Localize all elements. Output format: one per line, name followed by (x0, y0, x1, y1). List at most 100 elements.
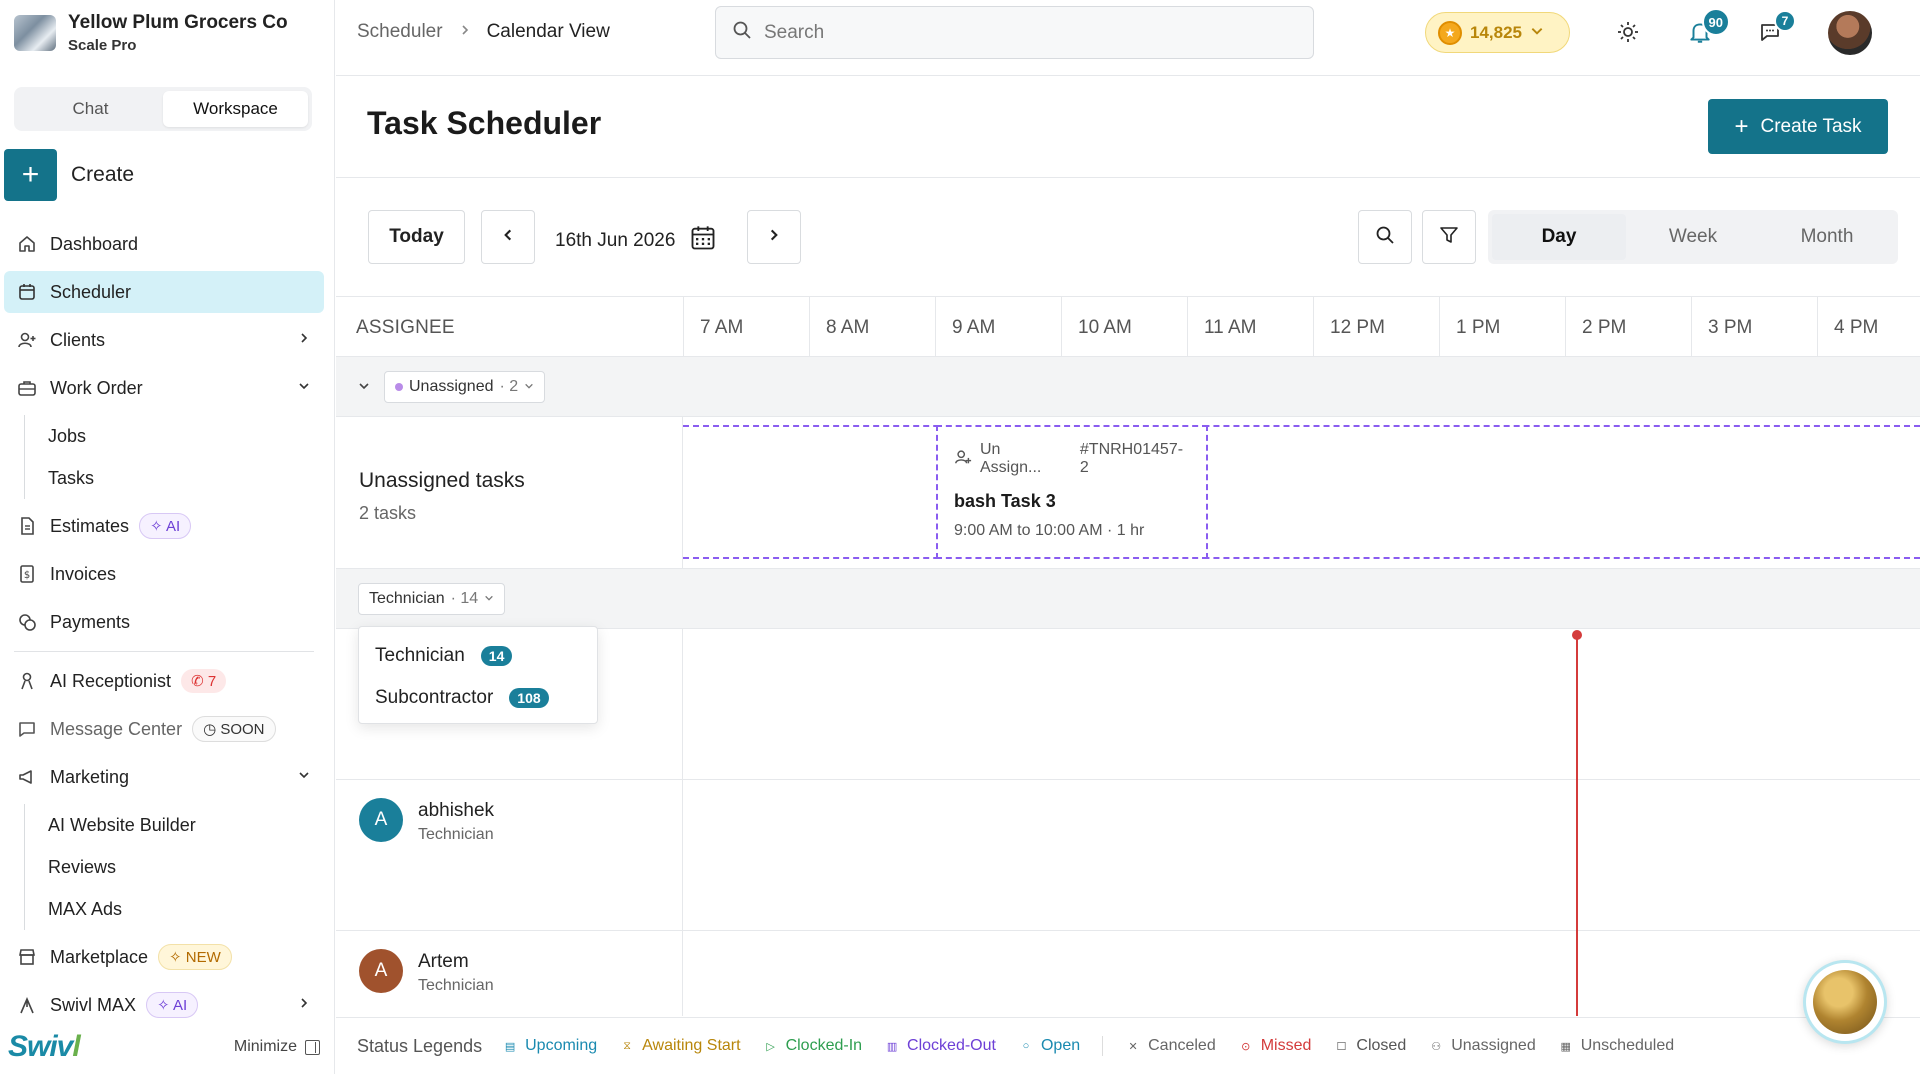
mode-tabs: Chat Workspace (14, 87, 312, 131)
grid-search-button[interactable] (1358, 210, 1412, 264)
header-divider (336, 177, 1920, 178)
chevron-down-icon[interactable] (358, 379, 370, 397)
filter-button[interactable] (1422, 210, 1476, 264)
app-root: Yellow Plum Grocers Co Scale Pro Chat Wo… (0, 0, 1920, 1074)
sidebar-item-label: Work Order (50, 377, 143, 398)
home-icon (16, 233, 38, 255)
tab-workspace[interactable]: Workspace (163, 91, 308, 127)
unassigned-cell: Unassigned tasks 2 tasks (336, 417, 683, 568)
breadcrumb-parent[interactable]: Scheduler (357, 21, 443, 43)
option-count: 14 (480, 646, 513, 666)
notifications-button[interactable]: 90 (1686, 8, 1730, 48)
messages-button[interactable]: 7 (1756, 10, 1796, 48)
tab-chat[interactable]: Chat (18, 91, 163, 127)
sidebar-divider (14, 651, 314, 652)
search-input[interactable] (764, 21, 1264, 44)
view-week[interactable]: Week (1626, 214, 1760, 260)
sidebar-item-estimates[interactable]: Estimates ✧ AI (4, 505, 324, 547)
calendar-icon (16, 281, 38, 303)
sidebar-item-label: Payments (50, 611, 131, 632)
org-name: Yellow Plum Grocers Co (68, 12, 288, 33)
grid-header: ASSIGNEE 7 AM 8 AM 9 AM 10 AM 11 AM 12 PM 1 PM… (336, 296, 1920, 358)
user-avatar[interactable] (1828, 11, 1872, 55)
date-picker[interactable]: 16th Jun 2026 (555, 224, 717, 258)
task-card[interactable]: Un Assign... #TNRH01457-2 bash Task 3 9:… (936, 425, 1208, 559)
legend-items: ▤ Upcoming ⧖ Awaiting Start ▷ Clocked-In ▥ Cloc… (502, 1036, 1696, 1056)
unassigned-drop-zone[interactable] (683, 425, 1920, 559)
sidebar-item-label: Swivl MAX (50, 994, 137, 1015)
hour-header: 8 AM (809, 297, 935, 358)
technician-row[interactable]: A abhishek Technician (336, 780, 1920, 931)
user-plus-icon (954, 448, 972, 471)
legend-item: ⧖ Awaiting Start (619, 1037, 740, 1055)
minimize-label: Minimize (233, 1038, 297, 1055)
hour-header: 2 PM (1565, 297, 1691, 358)
avatar: A (359, 949, 403, 993)
sidebar-nav: Dashboard Scheduler Clients Work Order J… (4, 223, 324, 1032)
assignee-name: Artem (418, 951, 469, 972)
brand-logo-a: Swiv (8, 1030, 73, 1063)
brand-logo[interactable]: Swivl (8, 1030, 81, 1064)
sidebar-item-scheduler[interactable]: Scheduler (4, 271, 324, 313)
legend-status-icon: ✕ (1128, 1040, 1138, 1053)
avatar-initial: A (374, 809, 388, 830)
dropdown-option-subcontractor[interactable]: Subcontractor 108 (359, 677, 597, 719)
user-plus-icon (16, 329, 38, 351)
sidebar-item-marketing[interactable]: Marketing (4, 756, 324, 798)
view-month[interactable]: Month (1760, 214, 1894, 260)
sidebar-item-clients[interactable]: Clients (4, 319, 324, 361)
legend-item: ✕ Canceled (1125, 1037, 1216, 1055)
sidebar-item-payments[interactable]: Payments (4, 601, 324, 643)
org-plan: Scale Pro (68, 37, 137, 54)
technician-row[interactable]: A Artem Technician (336, 931, 1920, 1016)
sidebar-item-reviews[interactable]: Reviews (25, 846, 324, 888)
create-button[interactable]: + (4, 149, 57, 201)
page-title: Task Scheduler (367, 105, 602, 141)
create-row[interactable]: + Create (4, 149, 134, 201)
coins-balance[interactable]: ★ 14,825 (1425, 12, 1570, 53)
technician-chip[interactable]: Technician · 14 (358, 583, 506, 615)
soon-badge-label: SOON (220, 721, 265, 738)
swivl-max-icon (16, 994, 38, 1016)
technician-chip-label: Technician (369, 590, 445, 607)
assignee-cell: A abhishek Technician (336, 780, 683, 930)
legend-label: Unassigned (1451, 1037, 1536, 1054)
megaphone-icon (16, 766, 38, 788)
view-day[interactable]: Day (1492, 214, 1626, 260)
theme-toggle-button[interactable] (1614, 20, 1642, 48)
sidebar-item-tasks[interactable]: Tasks (25, 457, 324, 499)
sidebar-item-message-center[interactable]: Message Center ◷ SOON (4, 708, 324, 750)
sidebar-item-marketplace[interactable]: Marketplace ✧ NEW (4, 936, 324, 978)
today-button[interactable]: Today (368, 210, 465, 264)
unassigned-chip-label: Unassigned (409, 378, 494, 395)
hour-header: 1 PM (1439, 297, 1565, 358)
hour-header: 4 PM (1817, 297, 1920, 358)
assistant-fab[interactable] (1803, 960, 1887, 1044)
sidebar-item-label: Invoices (50, 563, 117, 584)
org-switcher[interactable]: Yellow Plum Grocers Co Scale Pro (14, 12, 288, 54)
legend-item: ▥ Clocked-Out (884, 1037, 996, 1055)
create-label: Create (71, 163, 135, 186)
sidebar-item-dashboard[interactable]: Dashboard (4, 223, 324, 265)
chevron-right-icon (767, 228, 781, 247)
sidebar-item-jobs[interactable]: Jobs (25, 415, 324, 457)
sidebar-item-ai-website-builder[interactable]: AI Website Builder (25, 804, 324, 846)
coins-value: 14,825 (1470, 22, 1522, 42)
next-date-button[interactable] (747, 210, 801, 264)
sidebar-item-max-ads[interactable]: MAX Ads (25, 888, 324, 930)
sidebar-item-work-order[interactable]: Work Order (4, 367, 324, 409)
dropdown-option-technician[interactable]: Technician 14 (359, 635, 597, 677)
legend-status-icon: ☐ (1336, 1040, 1347, 1053)
search-icon (732, 20, 752, 45)
sidebar-item-ai-receptionist[interactable]: AI Receptionist ✆ 7 (4, 660, 324, 702)
minimize-button[interactable]: Minimize (234, 1038, 320, 1056)
create-task-button[interactable]: + Create Task (1708, 99, 1888, 154)
search-bar[interactable] (715, 6, 1314, 59)
org-logo (14, 15, 56, 51)
sidebar: Yellow Plum Grocers Co Scale Pro Chat Wo… (0, 0, 335, 1074)
marketing-subnav: AI Website Builder Reviews MAX Ads (24, 804, 324, 930)
sidebar-item-swivl-max[interactable]: Swivl MAX ✧ AI (4, 984, 324, 1026)
unassigned-chip[interactable]: Unassigned · 2 (384, 371, 546, 403)
sidebar-item-invoices[interactable]: $ Invoices (4, 553, 324, 595)
prev-date-button[interactable] (481, 210, 535, 264)
